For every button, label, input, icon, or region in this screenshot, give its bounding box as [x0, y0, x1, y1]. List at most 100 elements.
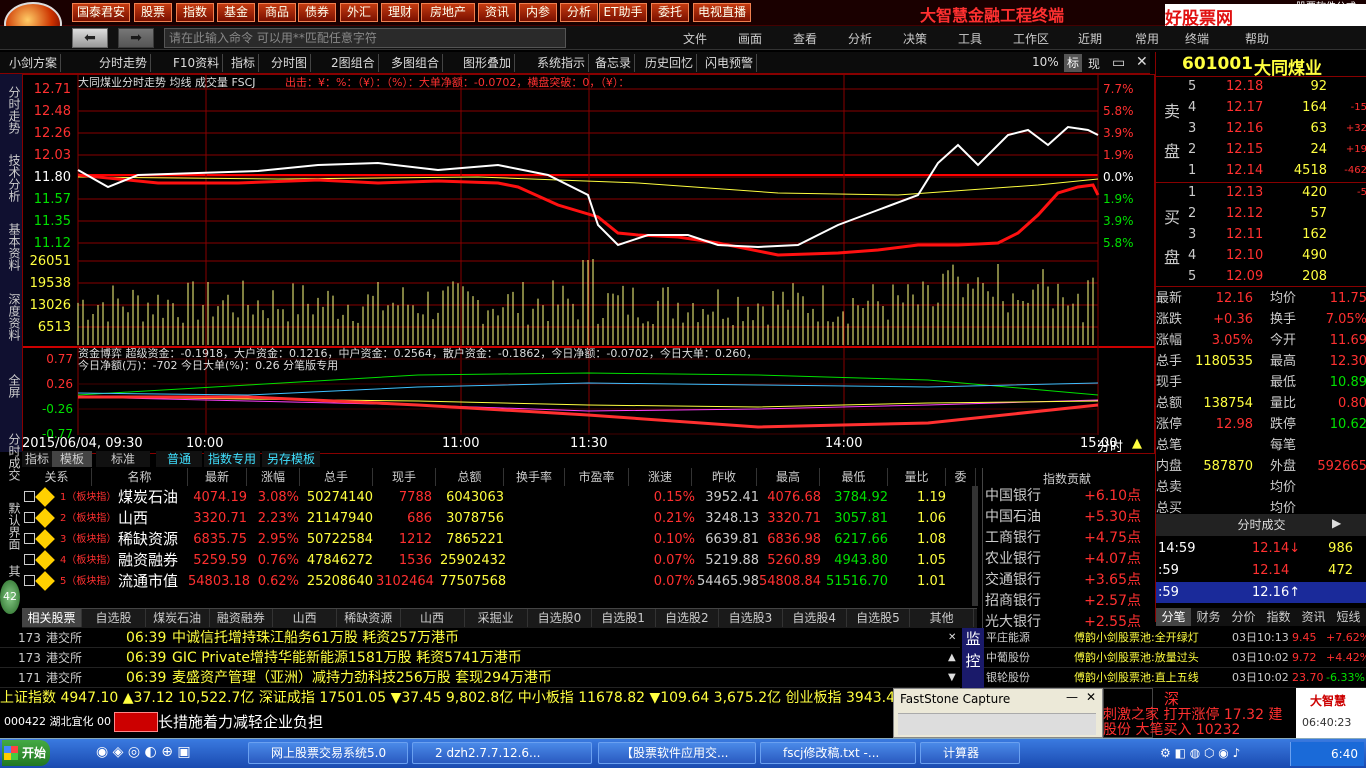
table-header-7[interactable]: 换手率 — [504, 468, 565, 486]
topmenu-item-1[interactable]: 股票 — [134, 3, 172, 22]
right-tab-3[interactable]: 指数 — [1261, 608, 1296, 626]
row-checkbox[interactable] — [24, 512, 35, 523]
tab-biao[interactable]: 标 — [1064, 54, 1082, 72]
news-scroll-icons[interactable]: ✕ ▲ ▼ — [948, 628, 962, 688]
tab-0[interactable]: 小剑方案 — [6, 54, 62, 72]
table-header-4[interactable]: 总手 — [300, 468, 373, 486]
table-tab-0[interactable]: 指标 — [22, 451, 52, 467]
table-header-14[interactable]: 委 — [946, 468, 976, 486]
table-row[interactable]: 1（板块指） 煤炭石油 4074.19 3.08% 50274140 7788 604306… — [22, 487, 977, 508]
sub-tab-14[interactable]: 其他 — [910, 609, 975, 627]
table-row[interactable]: 2（板块指） 山西 3320.71 2.23% 21147940 686 3078756 0.… — [22, 508, 977, 529]
intraday-chart-panel[interactable]: 12.71 12.48 12.26 12.03 11.80 11.57 11.35 11.12… — [22, 74, 1156, 455]
tab-6[interactable]: 多图组合 — [388, 54, 444, 72]
sub-tab-1[interactable]: 自选股 — [82, 609, 146, 627]
topmenu-item-0[interactable]: 国泰君安 — [72, 3, 130, 22]
table-header-1[interactable]: 名称 — [92, 468, 188, 486]
topmenu-item-7[interactable]: 理财 — [381, 3, 419, 22]
sub-tab-3[interactable]: 融资融券 — [209, 609, 274, 627]
taskbar-item-1[interactable]: 网上股票交易系统5.0 — [248, 742, 408, 764]
watch-row[interactable]: 平庄能源 傅韵小剑股票池:全开绿灯 03日10:13 9.45 +7.62% — [984, 628, 1366, 648]
row-checkbox[interactable] — [24, 491, 35, 502]
table-row[interactable]: 3（板块指） 稀缺资源 6835.75 2.95% 50722584 1212 786522… — [22, 529, 977, 550]
tab-4[interactable]: 分时图 — [268, 54, 312, 72]
topmenu-item-2[interactable]: 指数 — [176, 3, 214, 22]
menu-7[interactable]: 近期 — [1078, 30, 1102, 47]
menu-9[interactable]: 终端 — [1185, 30, 1209, 47]
back-arrow-icon[interactable]: ⬅ — [72, 28, 108, 48]
table-header-5[interactable]: 现手 — [373, 468, 436, 486]
tab-5[interactable]: 2图组合 — [328, 54, 379, 72]
menu-5[interactable]: 工具 — [958, 30, 982, 47]
menu-6[interactable]: 工作区 — [1013, 30, 1049, 47]
sub-tab-2[interactable]: 煤炭石油 — [146, 609, 210, 627]
menu-0[interactable]: 文件 — [683, 30, 707, 47]
topmenu-item-6[interactable]: 外汇 — [340, 3, 378, 22]
tab-10[interactable]: 历史回忆 — [642, 54, 698, 72]
table-header-13[interactable]: 量比 — [888, 468, 946, 486]
close-icon[interactable]: ✕ — [1136, 54, 1148, 70]
table-tab-3[interactable]: 普通 — [156, 451, 202, 467]
tab-3[interactable]: 指标 — [228, 54, 260, 72]
tab-9[interactable]: 备忘录 — [592, 54, 636, 72]
sub-tab-10[interactable]: 自选股2 — [655, 609, 720, 627]
right-tab-2[interactable]: 分价 — [1226, 608, 1261, 626]
topmenu-item-5[interactable]: 债券 — [298, 3, 336, 22]
intraday-chart[interactable]: 12.71 12.48 12.26 12.03 11.80 11.57 11.35 11.12… — [23, 75, 1156, 455]
tab-8[interactable]: 系统指示 — [534, 54, 590, 72]
tab-11[interactable]: 闪电预警 — [702, 54, 758, 72]
taskbar-item-2[interactable]: 2 dzh2.7.7.12.6... — [412, 742, 592, 764]
topmenu-item-8[interactable]: 房地产 — [421, 3, 475, 22]
row-checkbox[interactable] — [24, 533, 35, 544]
side-tab-3[interactable]: 深度资料 — [2, 286, 21, 348]
table-header-9[interactable]: 涨速 — [629, 468, 692, 486]
quick-launch-icons[interactable]: ◉ ◈ ◎ ◐ ⊕ ▣ — [96, 744, 236, 764]
tab-1[interactable]: 分时走势 — [96, 54, 152, 72]
table-tab-4[interactable]: 指数专用 — [204, 451, 260, 467]
watch-label[interactable]: 监控 — [962, 628, 984, 688]
watch-row[interactable]: 中葡股份 傅韵小剑股票池:放量过头 03日10:02 9.72 +4.42% — [984, 648, 1366, 668]
taskbar-item-5[interactable]: 计算器 — [920, 742, 1020, 764]
right-tab-4[interactable]: 资讯 — [1296, 608, 1331, 626]
table-header-10[interactable]: 昨收 — [692, 468, 757, 486]
right-tab-0[interactable]: 分笔 — [1156, 608, 1191, 626]
right-tab-1[interactable]: 财务 — [1191, 608, 1226, 626]
forward-arrow-icon[interactable]: ➡ — [118, 28, 154, 48]
command-input[interactable]: 请在此输入命令 可以用**匹配任意字符 — [164, 28, 566, 48]
sub-tab-9[interactable]: 自选股1 — [592, 609, 656, 627]
badge[interactable]: 42 — [0, 580, 20, 614]
menu-10[interactable]: 帮助 — [1245, 30, 1269, 47]
faststone-minimize-icon[interactable]: — — [1066, 690, 1078, 704]
minimize-icon[interactable]: ▭ — [1112, 55, 1125, 71]
topmenu-item-3[interactable]: 基金 — [217, 3, 255, 22]
tab-7[interactable]: 图形叠加 — [460, 54, 516, 72]
sub-tab-13[interactable]: 自选股5 — [846, 609, 911, 627]
side-tab-7[interactable]: 其 — [2, 563, 21, 579]
sub-tab-7[interactable]: 采掘业 — [464, 609, 529, 627]
menu-4[interactable]: 决策 — [903, 30, 927, 47]
topmenu-item-9[interactable]: 资讯 — [478, 3, 516, 22]
sub-tab-12[interactable]: 自选股4 — [783, 609, 847, 627]
fenshi-label[interactable]: 分时 — [1097, 436, 1123, 455]
table-header-8[interactable]: 市盈率 — [565, 468, 629, 486]
sub-tab-6[interactable]: 山西 — [401, 609, 465, 627]
news-row[interactable]: 173 港交所 06:39 中诚信托增持珠江船务61万股 耗资257万港币 — [0, 628, 960, 648]
topmenu-item-14[interactable]: 电视直播 — [693, 3, 751, 22]
taskbar-item-3[interactable]: 【股票软件应用交... — [598, 742, 756, 764]
sub-tab-8[interactable]: 自选股0 — [528, 609, 592, 627]
side-tab-5[interactable]: 分时成交 — [2, 425, 21, 489]
sub-tab-11[interactable]: 自选股3 — [719, 609, 783, 627]
table-header-6[interactable]: 总额 — [436, 468, 504, 486]
topmenu-item-11[interactable]: 分析 — [560, 3, 598, 22]
table-header-3[interactable]: 涨幅 — [247, 468, 300, 486]
menu-2[interactable]: 查看 — [793, 30, 817, 47]
table-header-11[interactable]: 最高 — [757, 468, 820, 486]
table-header-0[interactable]: 关系 — [22, 468, 92, 486]
topmenu-item-13[interactable]: 委托 — [651, 3, 689, 22]
faststone-toolbar[interactable] — [898, 713, 1096, 735]
right-tab-5[interactable]: 短线 — [1331, 608, 1366, 626]
topmenu-item-10[interactable]: 内参 — [519, 3, 557, 22]
faststone-close-icon[interactable]: ✕ — [1086, 690, 1096, 704]
expand-icon[interactable]: ▶ — [1332, 516, 1341, 530]
tab-2[interactable]: F10资料 — [170, 54, 224, 72]
